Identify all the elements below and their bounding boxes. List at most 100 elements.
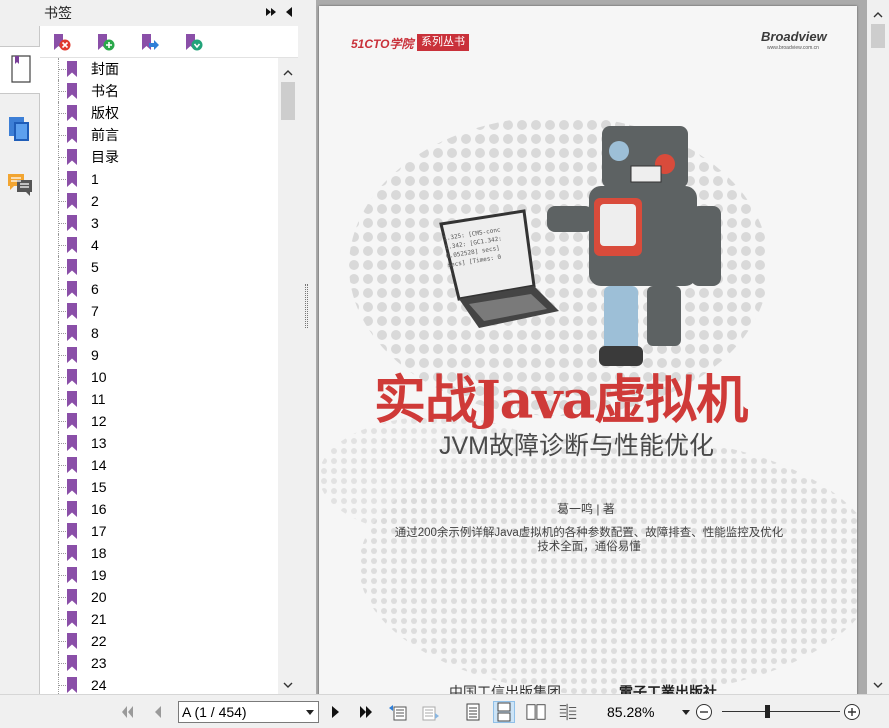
expand-panel-icon[interactable] <box>264 5 278 19</box>
single-page-view-button[interactable] <box>463 702 483 722</box>
bookmark-item[interactable]: 5 <box>40 256 278 278</box>
zoom-out-button[interactable] <box>694 702 714 722</box>
next-page-icon <box>332 706 339 718</box>
splitter-grip[interactable] <box>305 284 308 328</box>
zoom-in-button[interactable] <box>842 702 862 722</box>
zoom-slider-thumb[interactable] <box>764 705 770 718</box>
continuous-view-button[interactable] <box>493 701 515 723</box>
two-page-continuous-button[interactable] <box>558 702 578 722</box>
series-brand: 51CTO学院 <box>351 37 414 51</box>
series-tag: 系列丛书 <box>417 34 469 51</box>
bookmark-item[interactable]: 2 <box>40 190 278 212</box>
bookmark-icon <box>67 215 77 231</box>
bookmark-item[interactable]: 8 <box>40 322 278 344</box>
two-page-view-button[interactable] <box>526 702 546 722</box>
bookmark-icon <box>67 83 77 99</box>
delete-bookmark-icon[interactable] <box>52 33 72 53</box>
bookmark-item[interactable]: 书名 <box>40 80 278 102</box>
expand-bookmark-icon[interactable] <box>184 33 204 53</box>
bookmark-item[interactable]: 14 <box>40 454 278 476</box>
bookmark-item[interactable]: 15 <box>40 476 278 498</box>
bookmark-icon <box>67 347 77 363</box>
previous-page-button[interactable] <box>148 702 168 722</box>
bookmark-label: 16 <box>91 501 107 517</box>
document-view[interactable]: 1.325: [CMS-conc 1.342: [GC1.342: 0.0525… <box>316 0 867 694</box>
bookmark-item[interactable]: 18 <box>40 542 278 564</box>
bookmark-label: 10 <box>91 369 107 385</box>
bookmark-label: 15 <box>91 479 107 495</box>
zoom-slider[interactable] <box>722 711 840 712</box>
bookmark-item[interactable]: 9 <box>40 344 278 366</box>
single-page-icon <box>466 703 480 721</box>
bookmark-icon <box>67 589 77 605</box>
scroll-up-icon[interactable] <box>282 66 294 78</box>
bookmark-label: 21 <box>91 611 107 627</box>
goto-bookmark-icon[interactable] <box>140 33 160 53</box>
tab-comments[interactable] <box>0 162 40 210</box>
next-view-button[interactable] <box>420 702 440 722</box>
bookmark-label: 前言 <box>91 127 119 143</box>
bookmark-item[interactable]: 封面 <box>40 58 278 80</box>
previous-view-button[interactable] <box>388 702 408 722</box>
author: 葛一鸣 | 著 <box>557 502 615 516</box>
bookmark-item[interactable]: 1 <box>40 168 278 190</box>
bookmark-item[interactable]: 24 <box>40 674 278 694</box>
panel-splitter[interactable] <box>298 0 316 694</box>
bookmark-icon <box>67 479 77 495</box>
bookmark-label: 14 <box>91 457 107 473</box>
bookmark-label: 2 <box>91 193 99 209</box>
bookmark-item[interactable]: 21 <box>40 608 278 630</box>
page-selector[interactable]: A (1 / 454) <box>178 701 319 723</box>
bookmark-icon <box>67 369 77 385</box>
bookmark-item[interactable]: 23 <box>40 652 278 674</box>
bookmark-item[interactable]: 12 <box>40 410 278 432</box>
bookmark-item[interactable]: 20 <box>40 586 278 608</box>
zoom-level[interactable]: 85.28% <box>607 704 654 720</box>
next-page-button[interactable] <box>325 702 345 722</box>
bookmark-item[interactable]: 3 <box>40 212 278 234</box>
bookmark-item[interactable]: 13 <box>40 432 278 454</box>
bookmark-item[interactable]: 19 <box>40 564 278 586</box>
scroll-up-icon[interactable] <box>872 8 884 20</box>
bookmark-item[interactable]: 10 <box>40 366 278 388</box>
scroll-down-icon[interactable] <box>282 678 294 690</box>
last-page-button[interactable] <box>356 702 376 722</box>
bookmark-item[interactable]: 11 <box>40 388 278 410</box>
tab-pages[interactable] <box>0 106 40 154</box>
document-scroll-thumb[interactable] <box>871 24 885 48</box>
bookmark-item[interactable]: 4 <box>40 234 278 256</box>
previous-view-icon <box>389 705 407 721</box>
scroll-down-icon[interactable] <box>872 678 884 690</box>
chevron-down-icon <box>306 710 314 715</box>
bookmark-item[interactable]: 版权 <box>40 102 278 124</box>
bookmark-label: 18 <box>91 545 107 561</box>
bookmark-icon <box>67 237 77 253</box>
bookmark-label: 19 <box>91 567 107 583</box>
add-bookmark-icon[interactable] <box>96 33 116 53</box>
book-title: 实战Java虚拟机 <box>374 370 748 431</box>
bookmark-label: 20 <box>91 589 107 605</box>
bookmark-icon <box>67 281 77 297</box>
bookmark-item[interactable]: 16 <box>40 498 278 520</box>
first-page-button[interactable] <box>118 702 138 722</box>
continuous-page-icon <box>497 702 511 722</box>
collapse-panel-icon[interactable] <box>282 5 296 19</box>
bookmark-item[interactable]: 17 <box>40 520 278 542</box>
pages-icon <box>7 115 33 146</box>
bookmark-scroll-thumb[interactable] <box>281 82 295 120</box>
document-scrollbar[interactable] <box>867 0 889 694</box>
bookmark-item[interactable]: 前言 <box>40 124 278 146</box>
bookmark-label: 封面 <box>91 61 119 77</box>
bookmark-label: 24 <box>91 677 107 693</box>
bookmark-icon <box>67 259 77 275</box>
bookmark-item[interactable]: 7 <box>40 300 278 322</box>
book-blurb: 通过200余示例详解Java虚拟机的各种参数配置、故障排查、性能监控及优化 技术… <box>359 526 819 554</box>
bookmark-scrollbar[interactable] <box>278 58 298 694</box>
tab-page-thumbnails[interactable] <box>0 46 41 94</box>
bookmark-item[interactable]: 6 <box>40 278 278 300</box>
bookmark-item[interactable]: 22 <box>40 630 278 652</box>
bookmark-item[interactable]: 目录 <box>40 146 278 168</box>
last-page-icon <box>360 706 372 718</box>
chevron-down-icon[interactable] <box>682 710 690 715</box>
bookmark-label: 22 <box>91 633 107 649</box>
